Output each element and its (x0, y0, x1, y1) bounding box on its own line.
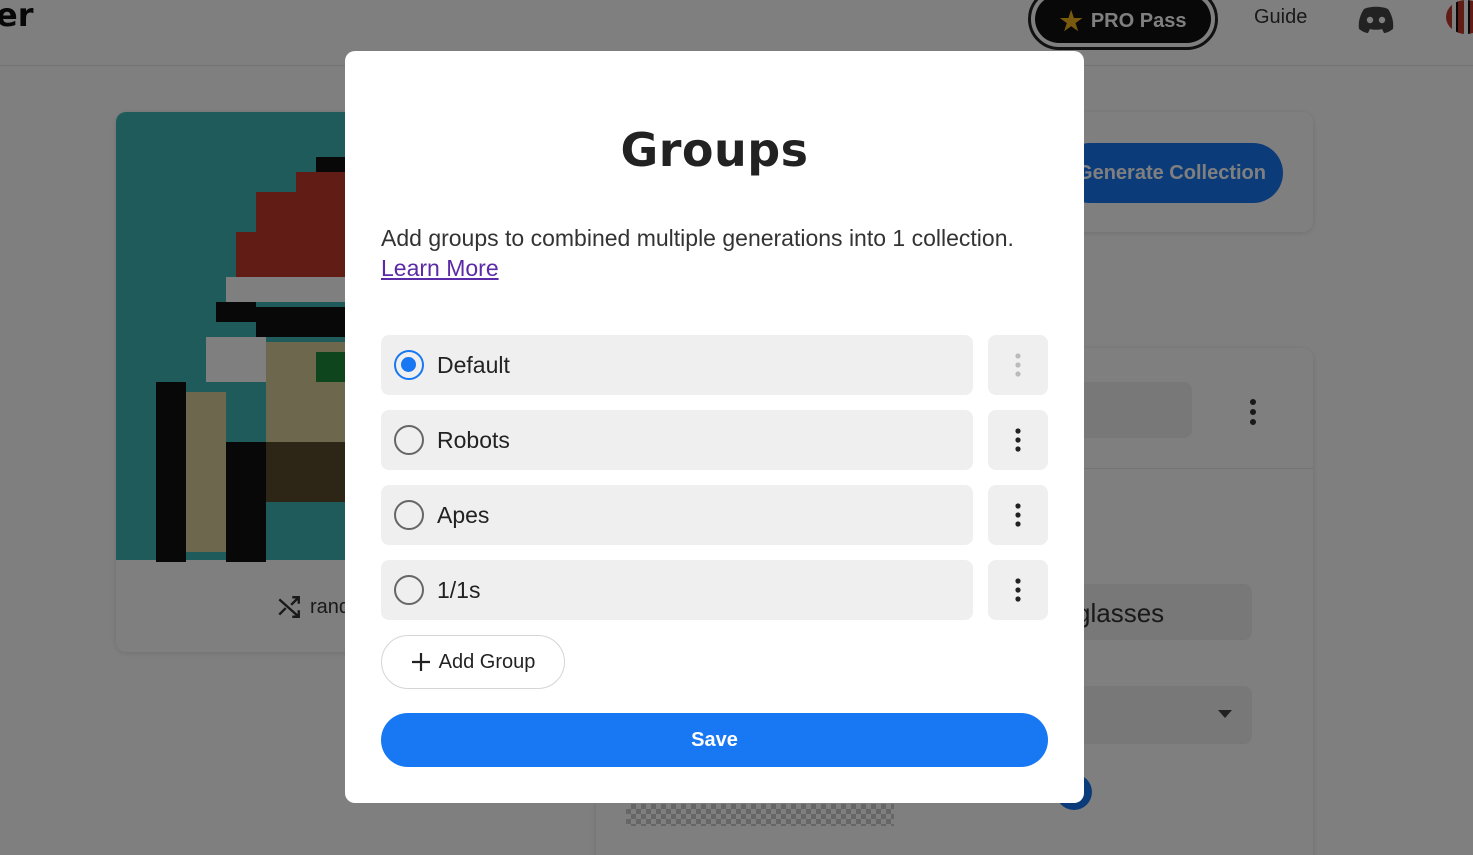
group-label: Default (437, 351, 510, 378)
group-menu-button[interactable] (988, 560, 1048, 620)
group-menu-button[interactable] (988, 410, 1048, 470)
group-label: Apes (437, 501, 490, 528)
plus-icon (411, 653, 430, 671)
modal-title: Groups (620, 123, 809, 177)
save-button[interactable]: Save (381, 713, 1048, 767)
radio-unselected-icon[interactable] (394, 575, 424, 605)
learn-more-link[interactable]: Learn More (381, 255, 499, 281)
group-option-apes[interactable]: Apes (381, 485, 973, 545)
radio-unselected-icon[interactable] (394, 500, 424, 530)
kebab-menu-icon (1015, 428, 1021, 452)
description-text: Add groups to combined multiple generati… (381, 225, 1014, 251)
kebab-menu-icon (1015, 353, 1021, 377)
group-option-1-1s[interactable]: 1/1s (381, 560, 973, 620)
kebab-menu-icon (1015, 503, 1021, 527)
modal-description: Add groups to combined multiple generati… (381, 223, 1061, 283)
group-row-1-1s: 1/1s (381, 560, 1048, 620)
group-menu-button[interactable] (988, 485, 1048, 545)
add-group-label: Add Group (438, 650, 536, 673)
group-row-default: Default (381, 335, 1048, 395)
group-option-robots[interactable]: Robots (381, 410, 973, 470)
group-row-apes: Apes (381, 485, 1048, 545)
group-option-default[interactable]: Default (381, 335, 973, 395)
radio-unselected-icon[interactable] (394, 425, 424, 455)
kebab-menu-icon (1015, 578, 1021, 602)
radio-selected-icon[interactable] (394, 350, 424, 380)
group-label: 1/1s (437, 576, 481, 603)
group-menu-button[interactable] (988, 335, 1048, 395)
group-row-robots: Robots (381, 410, 1048, 470)
add-group-button[interactable]: Add Group (381, 635, 565, 689)
group-label: Robots (437, 426, 510, 453)
groups-modal: Groups Add groups to combined multiple g… (345, 51, 1084, 803)
